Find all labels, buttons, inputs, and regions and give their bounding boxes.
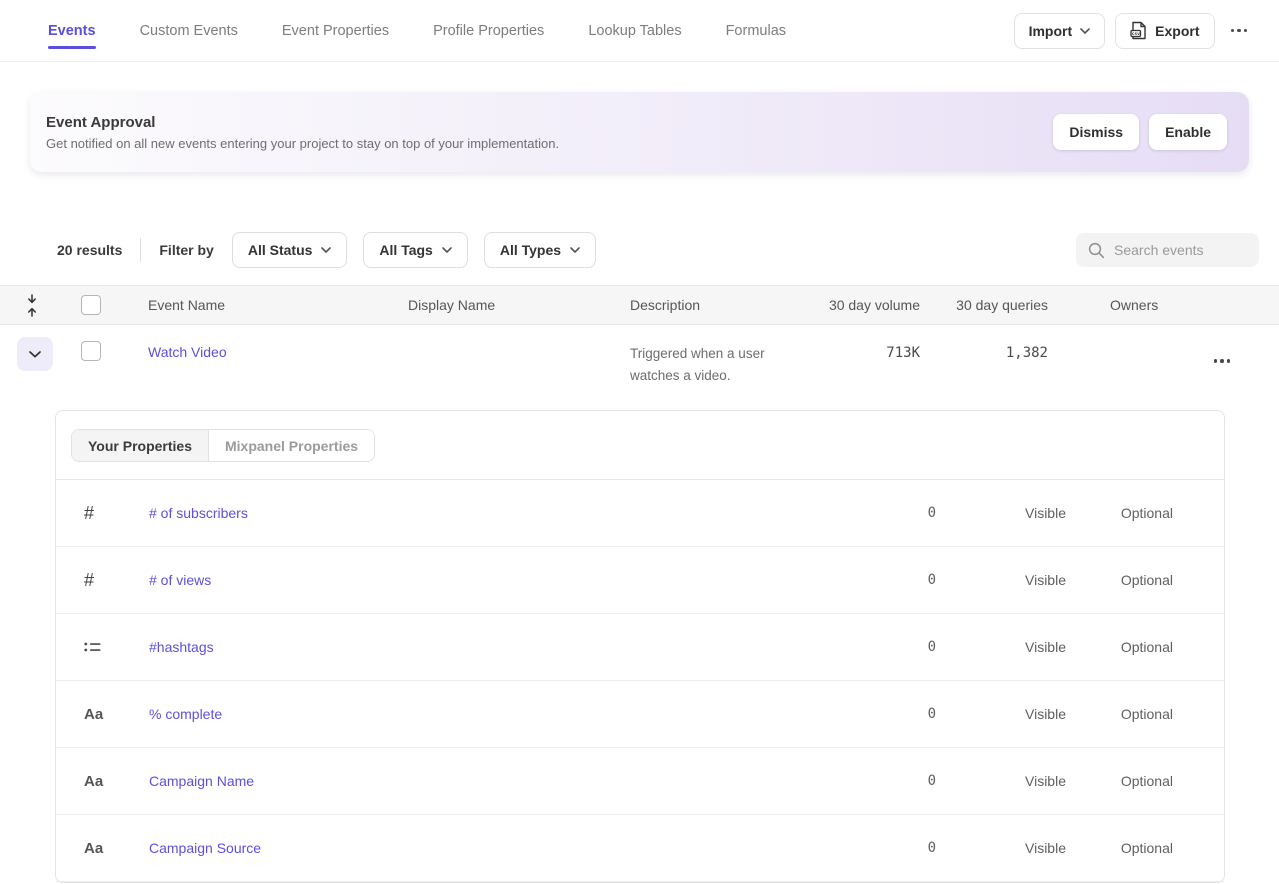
event-queries: 1,382 xyxy=(920,337,1048,361)
property-requirement: Optional xyxy=(1066,773,1173,789)
import-button[interactable]: Import xyxy=(1014,13,1106,49)
chevron-down-icon xyxy=(29,351,41,358)
property-row: # # of views 0 Visible Optional xyxy=(56,547,1224,614)
property-link[interactable]: #hashtags xyxy=(149,639,214,655)
number-type-icon: # xyxy=(84,570,94,590)
property-visibility: Visible xyxy=(936,773,1066,789)
status-filter-label: All Status xyxy=(248,242,313,258)
text-type-icon: Aa xyxy=(84,773,103,790)
property-visibility: Visible xyxy=(936,572,1066,588)
property-count: 0 xyxy=(679,505,936,521)
property-visibility: Visible xyxy=(936,505,1066,521)
export-button[interactable]: csv Export xyxy=(1115,13,1214,49)
property-visibility: Visible xyxy=(936,639,1066,655)
svg-text:csv: csv xyxy=(1132,32,1141,37)
row-more-button[interactable] xyxy=(1208,351,1237,371)
table-header-row: Event Name Display Name Description 30 d… xyxy=(0,285,1279,325)
text-type-icon: Aa xyxy=(84,840,103,857)
select-all-checkbox[interactable] xyxy=(81,295,101,315)
event-description: Triggered when a user watches a video. xyxy=(630,337,822,386)
property-count: 0 xyxy=(679,840,936,856)
list-type-icon xyxy=(84,640,101,654)
property-count: 0 xyxy=(679,639,936,655)
search-box[interactable] xyxy=(1076,233,1259,267)
banner-title: Event Approval xyxy=(46,114,559,131)
event-volume: 713K xyxy=(822,337,920,361)
property-requirement: Optional xyxy=(1066,505,1173,521)
event-approval-banner: Event Approval Get notified on all new e… xyxy=(30,92,1249,172)
status-filter-dropdown[interactable]: All Status xyxy=(232,232,348,268)
filter-bar: 20 results Filter by All Status All Tags… xyxy=(0,232,1279,268)
search-icon xyxy=(1088,242,1105,259)
types-filter-label: All Types xyxy=(500,242,561,258)
property-row: Aa Campaign Name 0 Visible Optional xyxy=(56,748,1224,815)
column-header-event-name: Event Name xyxy=(148,297,408,313)
property-link[interactable]: Campaign Source xyxy=(149,840,261,856)
property-visibility: Visible xyxy=(936,706,1066,722)
dismiss-button[interactable]: Dismiss xyxy=(1053,114,1139,150)
property-count: 0 xyxy=(679,773,936,789)
tab-event-properties[interactable]: Event Properties xyxy=(282,0,389,61)
property-visibility: Visible xyxy=(936,840,1066,856)
collapse-row-button[interactable] xyxy=(17,337,53,371)
collapse-rows-icon[interactable] xyxy=(25,294,39,317)
event-display-name xyxy=(408,337,630,344)
chevron-down-icon xyxy=(321,247,331,253)
property-link[interactable]: # of subscribers xyxy=(149,505,248,521)
banner-subtitle: Get notified on all new events entering … xyxy=(46,136,559,151)
chevron-down-icon xyxy=(442,247,452,253)
expanded-properties-panel: Your Properties Mixpanel Properties # # … xyxy=(55,410,1225,883)
column-header-owners: Owners xyxy=(1048,297,1190,313)
property-row: # # of subscribers 0 Visible Optional xyxy=(56,480,1224,547)
column-header-queries: 30 day queries xyxy=(920,297,1048,313)
event-owners xyxy=(1048,337,1190,344)
tab-profile-properties[interactable]: Profile Properties xyxy=(433,0,544,61)
nav-tabs: Events Custom Events Event Properties Pr… xyxy=(48,0,786,61)
export-button-label: Export xyxy=(1155,23,1199,39)
results-count: 20 results xyxy=(57,242,122,258)
property-count: 0 xyxy=(679,706,936,722)
chevron-down-icon xyxy=(1080,28,1090,34)
types-filter-dropdown[interactable]: All Types xyxy=(484,232,596,268)
divider xyxy=(140,238,141,262)
property-requirement: Optional xyxy=(1066,706,1173,722)
csv-file-icon: csv xyxy=(1130,21,1147,40)
tab-formulas[interactable]: Formulas xyxy=(726,0,786,61)
property-requirement: Optional xyxy=(1066,840,1173,856)
column-header-display-name: Display Name xyxy=(408,297,630,313)
tab-your-properties[interactable]: Your Properties xyxy=(72,430,209,461)
import-button-label: Import xyxy=(1029,23,1073,39)
property-row: Aa % complete 0 Visible Optional xyxy=(56,681,1224,748)
property-row: #hashtags 0 Visible Optional xyxy=(56,614,1224,681)
chevron-down-icon xyxy=(570,247,580,253)
tab-lookup-tables[interactable]: Lookup Tables xyxy=(588,0,681,61)
tags-filter-dropdown[interactable]: All Tags xyxy=(363,232,467,268)
property-requirement: Optional xyxy=(1066,572,1173,588)
row-checkbox[interactable] xyxy=(81,341,101,361)
event-name-link[interactable]: Watch Video xyxy=(148,344,227,360)
column-header-description: Description xyxy=(630,297,822,313)
search-input[interactable] xyxy=(1114,242,1244,258)
tab-mixpanel-properties[interactable]: Mixpanel Properties xyxy=(209,430,374,461)
filter-by-label: Filter by xyxy=(159,242,213,258)
top-nav: Events Custom Events Event Properties Pr… xyxy=(0,0,1279,62)
property-link[interactable]: # of views xyxy=(149,572,211,588)
column-header-volume: 30 day volume xyxy=(822,297,920,313)
property-link[interactable]: Campaign Name xyxy=(149,773,254,789)
enable-button[interactable]: Enable xyxy=(1149,114,1227,150)
properties-tabbar: Your Properties Mixpanel Properties xyxy=(56,411,1224,480)
tags-filter-label: All Tags xyxy=(379,242,432,258)
tab-events[interactable]: Events xyxy=(48,0,96,61)
property-count: 0 xyxy=(679,572,936,588)
number-type-icon: # xyxy=(84,503,94,523)
event-row: Watch Video Triggered when a user watche… xyxy=(0,325,1279,403)
property-requirement: Optional xyxy=(1066,639,1173,655)
tab-custom-events[interactable]: Custom Events xyxy=(140,0,238,61)
text-type-icon: Aa xyxy=(84,706,103,723)
property-row: Aa Campaign Source 0 Visible Optional xyxy=(56,815,1224,882)
more-menu-button[interactable] xyxy=(1225,21,1254,41)
property-link[interactable]: % complete xyxy=(149,706,222,722)
